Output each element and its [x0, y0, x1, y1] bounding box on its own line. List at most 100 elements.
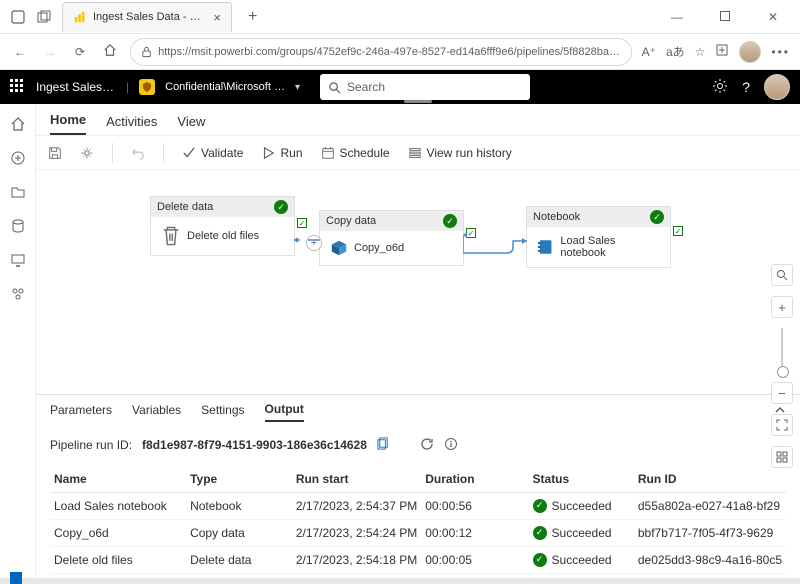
profile-square-icon[interactable]: [10, 9, 26, 25]
app-header: Ingest Sales D… | Confidential\Microsoft…: [0, 70, 800, 104]
lock-icon: [141, 46, 152, 58]
refresh-button[interactable]: ⟳: [70, 45, 90, 59]
ribbon-tabs: Home Activities View: [36, 104, 800, 136]
settings-icon[interactable]: [712, 78, 728, 97]
search-placeholder: Search: [347, 80, 385, 94]
status-success-icon: [533, 553, 547, 567]
url-text: https://msit.powerbi.com/groups/4752ef9c…: [158, 46, 620, 58]
back-button[interactable]: ←: [10, 45, 30, 59]
activity-name: Delete old files: [187, 230, 259, 242]
data-nav-icon[interactable]: [10, 218, 26, 234]
new-tab-button[interactable]: +: [248, 8, 257, 26]
tabs-overview-icon[interactable]: [36, 9, 52, 25]
browser-tab-active[interactable]: Ingest Sales Data - Data enginee ×: [62, 2, 232, 32]
output-panel: Parameters Variables Settings Output Pip…: [36, 394, 800, 584]
window-close-button[interactable]: ✕: [756, 10, 790, 24]
success-handle-icon[interactable]: [673, 226, 683, 236]
validate-button[interactable]: Validate: [182, 146, 243, 160]
panel-tab-settings[interactable]: Settings: [201, 403, 244, 421]
window-maximize-button[interactable]: [708, 10, 742, 24]
activity-name: Load Sales notebook: [560, 235, 660, 259]
window-minimize-button[interactable]: ―: [660, 10, 694, 24]
run-history-button[interactable]: View run history: [408, 146, 512, 160]
start-button[interactable]: [10, 572, 22, 584]
panel-resize-handle[interactable]: [404, 100, 432, 103]
translate-icon[interactable]: aあ: [666, 43, 685, 60]
col-duration[interactable]: Duration: [421, 466, 528, 493]
run-button[interactable]: Run: [261, 146, 302, 160]
left-nav-rail: [0, 104, 36, 584]
undo-button[interactable]: [131, 146, 145, 160]
favorite-icon[interactable]: ☆: [695, 45, 706, 59]
success-handle-icon[interactable]: [297, 218, 307, 228]
status-success-icon: [533, 526, 547, 540]
settings-button[interactable]: [80, 146, 94, 160]
col-type[interactable]: Type: [186, 466, 292, 493]
col-start[interactable]: Run start: [292, 466, 421, 493]
panel-tab-variables[interactable]: Variables: [132, 403, 181, 421]
create-nav-icon[interactable]: [10, 150, 26, 166]
run-id-label: Pipeline run ID:: [50, 438, 132, 452]
browser-address-bar: ← → ⟳ https://msit.powerbi.com/groups/47…: [0, 34, 800, 70]
browse-nav-icon[interactable]: [10, 184, 26, 200]
read-aloud-icon[interactable]: A⁺: [642, 45, 656, 59]
browser-menu-button[interactable]: •••: [771, 45, 790, 59]
help-icon[interactable]: ?: [742, 79, 750, 95]
tab-view[interactable]: View: [177, 114, 205, 135]
close-icon[interactable]: ×: [213, 10, 221, 25]
monitor-nav-icon[interactable]: [10, 252, 26, 268]
app-launcher-icon[interactable]: [10, 79, 26, 95]
col-status[interactable]: Status: [529, 466, 634, 493]
tab-home[interactable]: Home: [50, 112, 86, 135]
zoom-slider[interactable]: [781, 328, 783, 372]
tab-title: Ingest Sales Data - Data enginee: [93, 11, 207, 23]
minimap-button[interactable]: [771, 446, 793, 468]
table-row[interactable]: Load Sales notebookNotebook2/17/2023, 2:…: [50, 492, 786, 520]
activity-name: Copy_o6d: [354, 242, 404, 254]
profile-avatar[interactable]: [739, 41, 761, 63]
home-nav-icon[interactable]: [10, 116, 26, 132]
status-success-icon: [274, 200, 288, 214]
home-button[interactable]: [100, 43, 120, 60]
collections-icon[interactable]: [715, 43, 729, 60]
save-button[interactable]: [48, 146, 62, 160]
panel-tab-parameters[interactable]: Parameters: [50, 403, 112, 421]
info-icon[interactable]: [444, 437, 458, 454]
refresh-icon[interactable]: [420, 437, 434, 454]
table-row[interactable]: Delete old filesDelete data2/17/2023, 2:…: [50, 547, 786, 574]
run-id-value: f8d1e987-8f79-4151-9903-186e36c14628: [142, 438, 367, 452]
col-name[interactable]: Name: [50, 466, 186, 493]
status-success-icon: [650, 210, 664, 224]
activity-copy-data[interactable]: Copy data Copy_o6d: [319, 210, 464, 266]
zoom-fit-button[interactable]: [771, 264, 793, 286]
add-activity-button[interactable]: +: [306, 235, 322, 251]
url-input[interactable]: https://msit.powerbi.com/groups/4752ef9c…: [130, 38, 632, 66]
tab-activities[interactable]: Activities: [106, 114, 157, 135]
user-avatar[interactable]: [764, 74, 790, 100]
forward-button[interactable]: →: [40, 45, 60, 59]
success-handle-icon[interactable]: [466, 228, 476, 238]
activity-notebook[interactable]: Notebook Load Sales notebook: [526, 206, 671, 268]
collapse-panel-button[interactable]: [774, 404, 786, 419]
output-table: Name Type Run start Duration Status Run …: [50, 466, 786, 575]
workspace-nav-icon[interactable]: [10, 286, 26, 302]
activity-delete-data[interactable]: Delete data Delete old files: [150, 196, 295, 256]
browser-titlebar: Ingest Sales Data - Data enginee × + ― ✕: [0, 0, 800, 34]
canvas-controls: + −: [770, 264, 794, 468]
col-runid[interactable]: Run ID: [634, 466, 786, 493]
copy-data-icon: [330, 239, 348, 257]
pipeline-canvas[interactable]: Delete data Delete old files Copy data C…: [36, 170, 800, 394]
panel-tab-output[interactable]: Output: [265, 402, 304, 422]
zoom-in-button[interactable]: +: [771, 296, 793, 318]
ribbon-toolbar: Validate Run Schedule View run history: [36, 136, 800, 170]
windows-taskbar: [0, 578, 800, 584]
status-success-icon: [443, 214, 457, 228]
sensitivity-label[interactable]: Confidential\Microsoft …: [165, 81, 285, 93]
schedule-button[interactable]: Schedule: [321, 146, 390, 160]
notebook-icon: [537, 238, 554, 256]
search-input[interactable]: Search: [320, 74, 530, 100]
chevron-down-icon[interactable]: ▾: [295, 82, 300, 93]
status-success-icon: [533, 499, 547, 513]
table-row[interactable]: Copy_o6dCopy data2/17/2023, 2:54:24 PM00…: [50, 520, 786, 547]
copy-icon[interactable]: [377, 437, 390, 453]
